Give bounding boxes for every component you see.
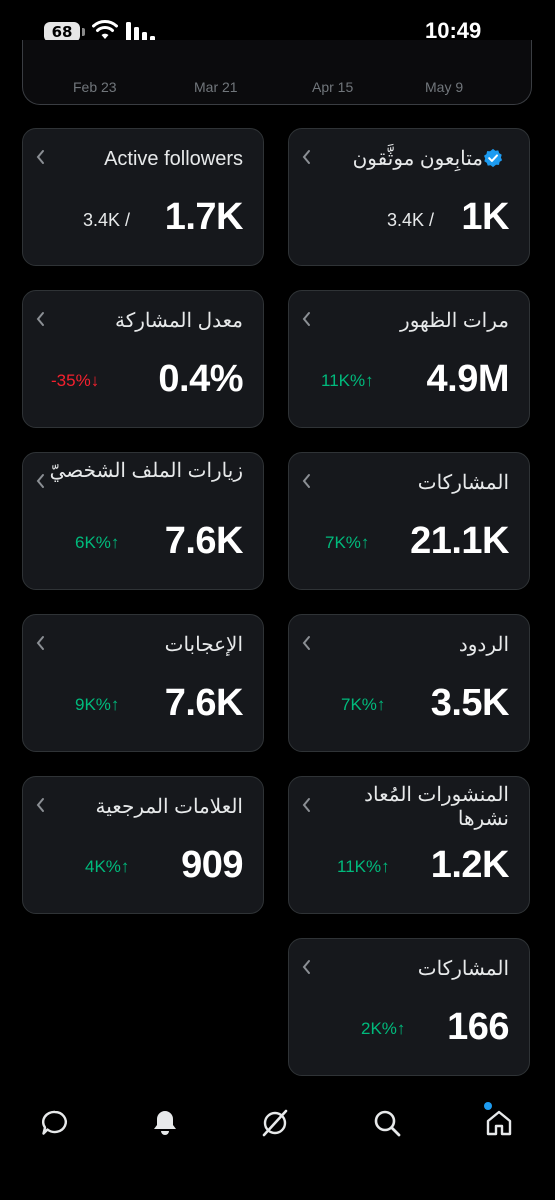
reposts-card[interactable]: المنشورات المُعاد نشرها 1.2K 11K%↑: [288, 776, 530, 914]
card-value: 1.2K: [430, 844, 510, 886]
likes-card[interactable]: الإعجابات 7.6K 9K%↑: [22, 614, 264, 752]
x-axis-tick: Feb 23: [73, 79, 117, 95]
bookmarks-card[interactable]: العلامات المرجعية 909 4K%↑: [22, 776, 264, 914]
arrow-up-icon: ↑: [365, 371, 374, 390]
card-value: 4.9M: [426, 358, 510, 400]
active-followers-card[interactable]: Active followers 1.7K 3.4K /: [22, 128, 264, 266]
search-icon[interactable]: [372, 1108, 402, 1138]
card-delta: 11K%↑: [337, 857, 390, 876]
card-total: 3.4K /: [387, 210, 435, 230]
verified-followers-card[interactable]: متابِعون موثَّقون 1K 3.4K /: [288, 128, 530, 266]
wifi-icon: [92, 20, 118, 39]
home-notification-dot: [484, 1102, 492, 1110]
card-value: 0.4%: [158, 358, 243, 400]
card-value: 3.5K: [430, 682, 510, 724]
card-delta: 6K%↑: [75, 533, 120, 552]
card-title: العلامات المرجعية: [95, 796, 243, 818]
card-title: الردود: [458, 634, 509, 656]
arrow-up-icon: ↑: [360, 533, 370, 552]
followers-chart-card: Feb 23 Mar 21 Apr 15 May 9: [22, 40, 532, 105]
card-total: 3.4K /: [83, 210, 131, 230]
card-title: معدل المشاركة: [115, 310, 243, 332]
shares-card[interactable]: المشاركات 166 2K%↑: [288, 938, 530, 1076]
x-axis-tick: Apr 15: [312, 79, 354, 95]
card-title: المنشورات المُعاد نشرها: [364, 784, 509, 830]
card-value: 21.1K: [410, 520, 509, 562]
arrow-up-icon: ↑: [110, 695, 120, 714]
card-title: المشاركات: [417, 472, 509, 494]
arrow-up-icon: ↑: [376, 695, 386, 714]
card-value: 7.6K: [164, 520, 244, 562]
grok-icon[interactable]: [260, 1108, 290, 1138]
engagements-card[interactable]: المشاركات 21.1K 7K%↑: [288, 452, 530, 590]
card-value: 909: [181, 844, 243, 886]
card-delta: 7K%↑: [341, 695, 386, 714]
verified-badge-icon: [484, 148, 503, 168]
arrow-up-icon: ↑: [396, 1019, 406, 1038]
card-value: 7.6K: [164, 682, 244, 724]
card-title: متابِعون موثَّقون: [309, 147, 509, 171]
engagement-rate-card[interactable]: معدل المشاركة 0.4% -35%↓: [22, 290, 264, 428]
home-icon[interactable]: [484, 1108, 514, 1138]
card-title: زيارات الملف الشخصيّ: [49, 460, 243, 482]
card-delta: -35%↓: [51, 371, 100, 390]
notifications-icon[interactable]: [150, 1108, 180, 1138]
card-delta: 11K%↑: [321, 371, 374, 390]
bottom-nav: [0, 1090, 555, 1160]
arrow-up-icon: ↑: [110, 533, 120, 552]
card-delta: 9K%↑: [75, 695, 120, 714]
x-axis-tick: Mar 21: [194, 79, 238, 95]
x-axis-tick: May 9: [425, 79, 464, 95]
card-title: المشاركات: [417, 958, 509, 980]
profile-visits-card[interactable]: زيارات الملف الشخصيّ 7.6K 6K%↑: [22, 452, 264, 590]
arrow-up-icon: ↑: [120, 857, 130, 876]
arrow-up-icon: ↑: [381, 857, 390, 876]
card-title: الإعجابات: [164, 634, 243, 656]
arrow-down-icon: ↓: [90, 371, 100, 390]
card-delta: 4K%↑: [85, 857, 130, 876]
card-title: Active followers: [104, 148, 243, 170]
card-value: 166: [447, 1006, 509, 1048]
card-value: 1.7K: [164, 196, 244, 238]
battery-indicator: 68: [44, 22, 85, 42]
card-delta: 2K%↑: [361, 1019, 406, 1038]
messages-icon[interactable]: [40, 1108, 70, 1138]
card-value: 1K: [461, 196, 509, 238]
impressions-card[interactable]: مرات الظهور 4.9M 11K%↑: [288, 290, 530, 428]
card-delta: 7K%↑: [325, 533, 370, 552]
signal-icon: [126, 22, 155, 42]
card-title: مرات الظهور: [400, 310, 509, 332]
replies-card[interactable]: الردود 3.5K 7K%↑: [288, 614, 530, 752]
